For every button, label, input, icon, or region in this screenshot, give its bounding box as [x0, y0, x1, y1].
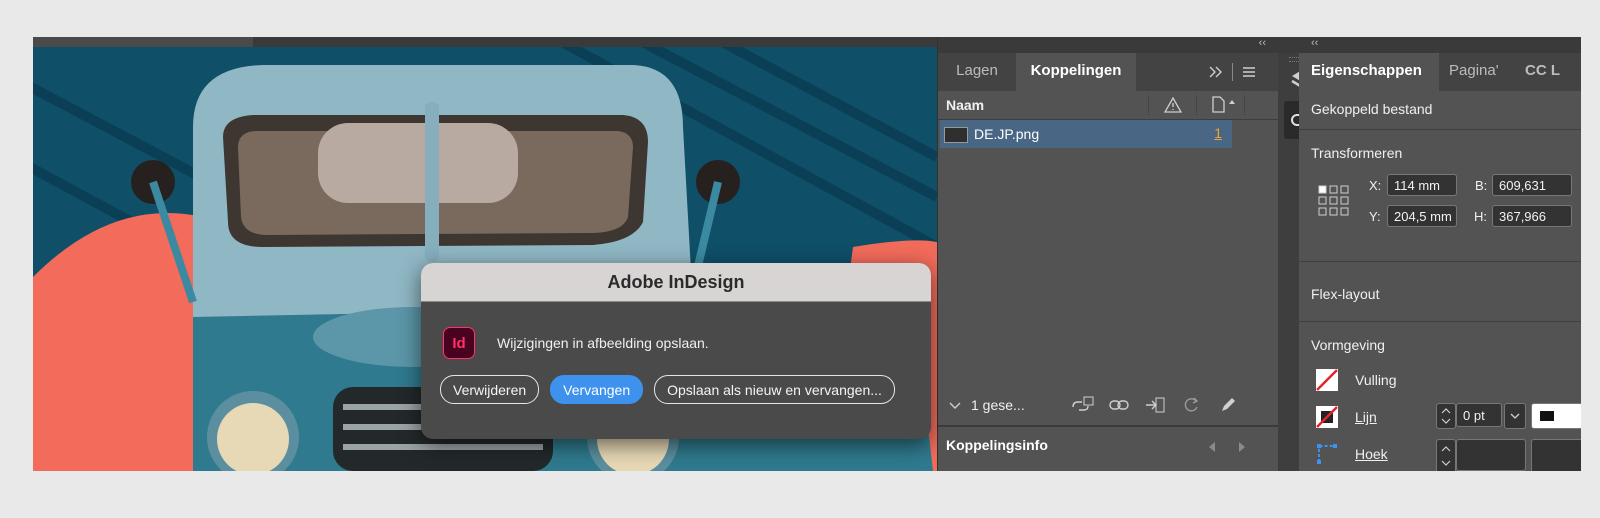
- linked-file-label: Gekoppeld bestand: [1311, 101, 1433, 117]
- links-column-header[interactable]: Naam: [938, 91, 1278, 120]
- panel-expand-icon[interactable]: [1208, 65, 1224, 79]
- panel-menu-icon[interactable]: [1241, 65, 1257, 79]
- links-panel: ‹‹ Lagen Koppelingen Naam DE.JP.png 1 1 …: [938, 37, 1278, 471]
- tab-lagen[interactable]: Lagen: [938, 53, 1016, 91]
- stroke-color-swatch[interactable]: [1531, 403, 1581, 429]
- corner-link[interactable]: Hoek: [1355, 446, 1388, 462]
- chevron-down-icon: [1510, 413, 1520, 419]
- link-file-name: DE.JP.png: [974, 126, 1040, 142]
- dialog-message: Wijzigingen in afbeelding opslaan.: [497, 335, 709, 351]
- tab-eigenschappen[interactable]: Eigenschappen: [1299, 53, 1439, 91]
- collapse-icon[interactable]: ‹‹: [1311, 37, 1318, 49]
- links-footer: 1 gese...: [938, 389, 1278, 423]
- tab-koppelingen[interactable]: Koppelingen: [1016, 53, 1136, 91]
- corner-shape-dropdown[interactable]: [1531, 439, 1581, 471]
- stroke-link[interactable]: Lijn: [1355, 409, 1377, 425]
- x-position-field[interactable]: 114 mm: [1387, 174, 1457, 196]
- edit-original-icon[interactable]: [1218, 395, 1238, 415]
- go-to-link-icon[interactable]: [1144, 395, 1166, 415]
- warning-column-icon[interactable]: [1164, 97, 1182, 113]
- stroke-weight-field[interactable]: 0 pt: [1456, 403, 1502, 427]
- dialog-title: Adobe InDesign: [421, 263, 931, 302]
- column-name[interactable]: Naam: [946, 97, 984, 113]
- chevron-down-icon[interactable]: [948, 401, 962, 411]
- y-position-field[interactable]: 204,5 mm: [1387, 205, 1457, 227]
- save-changes-dialog: Adobe InDesign Id Wijzigingen in afbeeld…: [421, 263, 931, 439]
- delete-button[interactable]: Verwijderen: [440, 375, 540, 404]
- next-icon[interactable]: [1236, 441, 1248, 453]
- stroke-swatch-icon[interactable]: [1315, 405, 1339, 429]
- link-info-section: Koppelingsinfo: [938, 425, 1278, 467]
- fill-none-icon[interactable]: [1315, 368, 1339, 392]
- link-row[interactable]: DE.JP.png 1: [940, 120, 1232, 148]
- update-link-icon[interactable]: [1181, 395, 1201, 415]
- link-thumbnail-icon: [944, 127, 968, 143]
- reference-point-icon[interactable]: [1317, 184, 1353, 220]
- x-label: X:: [1369, 178, 1382, 193]
- tab-pagina[interactable]: Pagina': [1449, 53, 1519, 91]
- tab-cc-libraries[interactable]: CC L: [1525, 53, 1581, 91]
- collapse-icon[interactable]: ‹‹: [1259, 37, 1266, 49]
- corner-options-icon[interactable]: [1315, 442, 1339, 466]
- canvas-ruler: [33, 37, 937, 47]
- links-panel-tabs: Lagen Koppelingen: [938, 53, 1278, 91]
- w-label: B:: [1475, 178, 1488, 193]
- link-info-title: Koppelingsinfo: [946, 437, 1048, 453]
- appearance-title: Vormgeving: [1311, 337, 1385, 353]
- height-field[interactable]: 367,966: [1492, 205, 1572, 227]
- stroke-stepper[interactable]: [1436, 403, 1456, 429]
- flex-layout-title: Flex-layout: [1311, 286, 1380, 302]
- y-label: Y:: [1369, 209, 1381, 224]
- corner-stepper[interactable]: [1436, 439, 1456, 471]
- h-label: H:: [1474, 209, 1487, 224]
- link-page-number[interactable]: 1: [1214, 125, 1222, 141]
- fill-label: Vulling: [1355, 372, 1397, 388]
- properties-tabs: Eigenschappen Pagina' CC L: [1299, 53, 1581, 91]
- stroke-weight-dropdown[interactable]: [1504, 403, 1526, 429]
- transform-title: Transformeren: [1311, 145, 1403, 161]
- page-column-icon[interactable]: [1211, 96, 1239, 114]
- properties-collapse-bar[interactable]: ‹‹: [1299, 37, 1581, 53]
- indesign-window: Adobe InDesign Id Wijzigingen in afbeeld…: [33, 37, 1581, 471]
- previous-icon[interactable]: [1206, 441, 1218, 453]
- relink-icon[interactable]: [1108, 397, 1130, 413]
- selected-count: 1 gese...: [971, 397, 1025, 413]
- save-as-new-and-replace-button[interactable]: Opslaan als nieuw en vervangen...: [654, 375, 895, 404]
- indesign-app-icon: Id: [443, 327, 475, 359]
- relink-from-cc-icon[interactable]: [1070, 395, 1096, 415]
- replace-button[interactable]: Vervangen: [550, 375, 644, 404]
- properties-panel: ‹‹ Eigenschappen Pagina' CC L Gekoppeld …: [1299, 37, 1581, 471]
- corner-size-field[interactable]: [1456, 439, 1526, 471]
- links-panel-collapse-bar[interactable]: ‹‹: [938, 37, 1278, 53]
- width-field[interactable]: 609,631: [1492, 174, 1572, 196]
